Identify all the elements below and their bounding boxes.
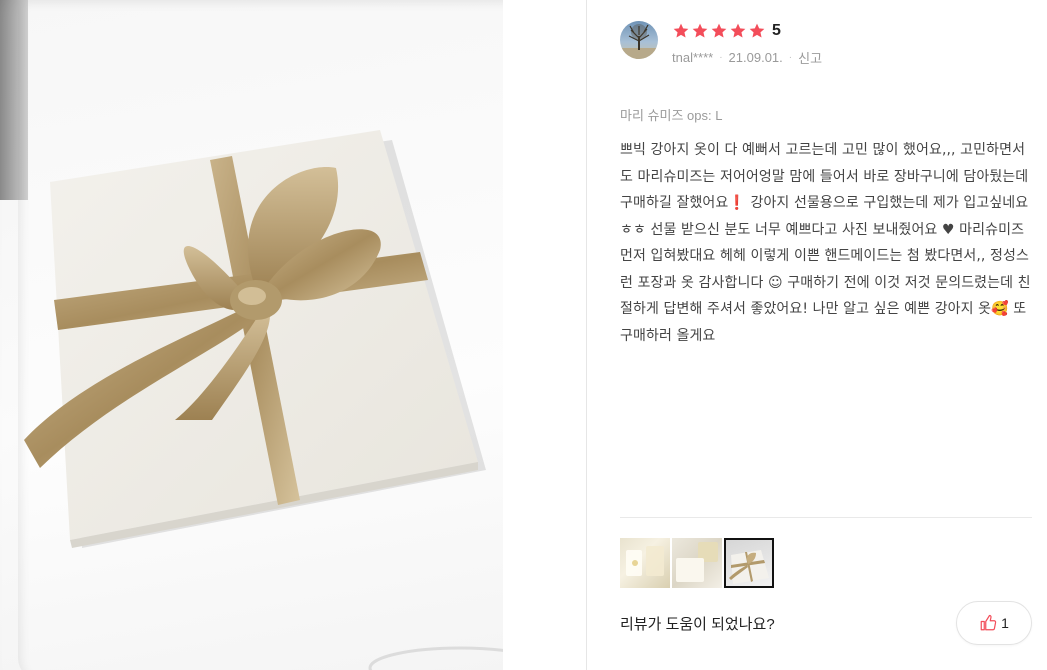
star-icon: [672, 22, 690, 40]
review-date: 21.09.01.: [728, 50, 783, 65]
like-button[interactable]: 1: [956, 601, 1032, 645]
star-icon: [710, 22, 728, 40]
avatar[interactable]: [620, 21, 658, 59]
reviewer-header: 5 tnal**** · 21.09.01. · 신고: [620, 21, 1032, 66]
helpful-question: 리뷰가 도움이 되었나요?: [620, 616, 775, 633]
meta-separator: ·: [719, 52, 723, 63]
star-icon: [691, 22, 709, 40]
rating-value: 5: [772, 22, 781, 39]
star-icon: [748, 22, 766, 40]
report-button[interactable]: 신고: [798, 48, 822, 67]
thumbnail-1[interactable]: [620, 538, 670, 588]
thumbnail-2[interactable]: [672, 538, 722, 588]
review-meta: tnal**** · 21.09.01. · 신고: [672, 48, 822, 67]
review-photo: [0, 0, 503, 670]
meta-separator: ·: [788, 52, 793, 63]
content-divider: [620, 517, 1032, 518]
thumbs-up-icon: [980, 614, 997, 631]
reviewer-id: tnal****: [672, 50, 714, 65]
review-body: 쁘빅 강아지 옷이 다 예뻐서 고르는데 고민 많이 했어요,,, 고민하면서도…: [620, 142, 1031, 344]
thumbnail-3[interactable]: [724, 538, 774, 588]
like-count: 1: [1001, 615, 1009, 631]
gift-box-illustration: [24, 130, 503, 670]
star-icon: [729, 22, 747, 40]
panel-divider: [586, 0, 587, 670]
thumbnail-list: [620, 538, 774, 588]
purchased-option: 마리 슈미즈 ops: L: [620, 108, 723, 123]
star-group: [672, 22, 767, 40]
star-rating: 5: [672, 21, 781, 41]
review-panel: 5 tnal**** · 21.09.01. · 신고 마리 슈미즈 ops: …: [620, 0, 1032, 670]
tree-icon: [620, 24, 658, 59]
